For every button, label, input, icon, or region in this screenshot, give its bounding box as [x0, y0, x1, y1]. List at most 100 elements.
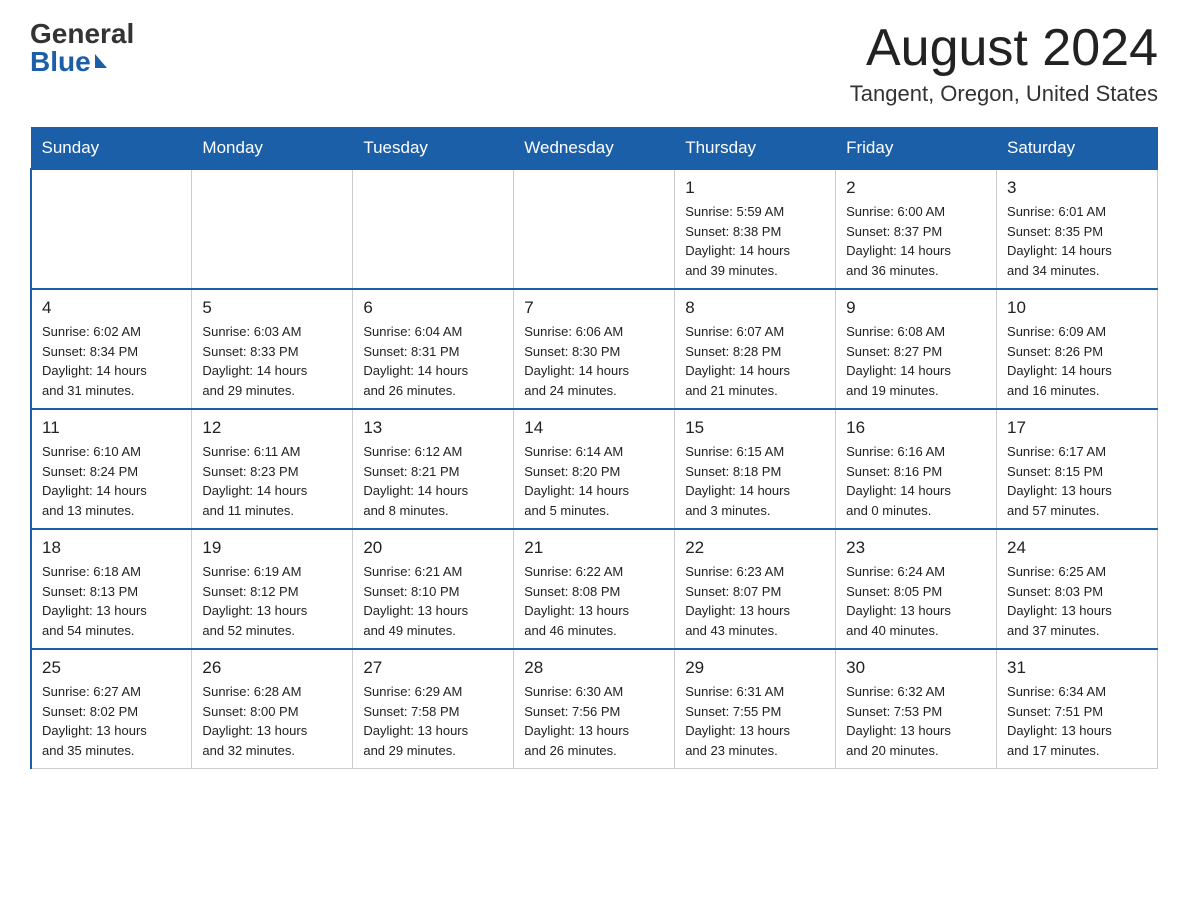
day-info: Sunrise: 6:01 AMSunset: 8:35 PMDaylight:…	[1007, 202, 1147, 280]
day-info: Sunrise: 6:07 AMSunset: 8:28 PMDaylight:…	[685, 322, 825, 400]
calendar-cell: 16Sunrise: 6:16 AMSunset: 8:16 PMDayligh…	[836, 409, 997, 529]
day-info: Sunrise: 6:21 AMSunset: 8:10 PMDaylight:…	[363, 562, 503, 640]
weekday-header-thursday: Thursday	[675, 128, 836, 170]
day-number: 28	[524, 658, 664, 678]
day-number: 22	[685, 538, 825, 558]
day-info: Sunrise: 6:17 AMSunset: 8:15 PMDaylight:…	[1007, 442, 1147, 520]
day-info: Sunrise: 6:22 AMSunset: 8:08 PMDaylight:…	[524, 562, 664, 640]
calendar-cell: 24 Sunrise: 6:25 AMSunset: 8:03 PMDayligh…	[997, 529, 1158, 649]
day-number: 13	[363, 418, 503, 438]
week-row-1: 1 Sunrise: 5:59 AMSunset: 8:38 PMDaylight…	[31, 169, 1158, 289]
calendar-cell: 12 Sunrise: 6:11 AMSunset: 8:23 PMDayligh…	[192, 409, 353, 529]
calendar-cell: 9Sunrise: 6:08 AMSunset: 8:27 PMDaylight…	[836, 289, 997, 409]
location-title: Tangent, Oregon, United States	[850, 81, 1158, 107]
day-info: Sunrise: 6:03 AMSunset: 8:33 PMDaylight:…	[202, 322, 342, 400]
logo: General Blue	[30, 20, 134, 76]
calendar-cell: 29 Sunrise: 6:31 AMSunset: 7:55 PMDayligh…	[675, 649, 836, 769]
calendar-cell: 8 Sunrise: 6:07 AMSunset: 8:28 PMDaylight…	[675, 289, 836, 409]
day-info: Sunrise: 6:06 AMSunset: 8:30 PMDaylight:…	[524, 322, 664, 400]
calendar-cell: 2Sunrise: 6:00 AMSunset: 8:37 PMDaylight…	[836, 169, 997, 289]
calendar-cell: 6 Sunrise: 6:04 AMSunset: 8:31 PMDaylight…	[353, 289, 514, 409]
day-info: Sunrise: 6:15 AMSunset: 8:18 PMDaylight:…	[685, 442, 825, 520]
calendar-cell: 18 Sunrise: 6:18 AMSunset: 8:13 PMDayligh…	[31, 529, 192, 649]
calendar-cell: 19Sunrise: 6:19 AMSunset: 8:12 PMDayligh…	[192, 529, 353, 649]
day-number: 12	[202, 418, 342, 438]
day-number: 7	[524, 298, 664, 318]
calendar-title-area: August 2024 Tangent, Oregon, United Stat…	[850, 20, 1158, 107]
calendar-cell: 30Sunrise: 6:32 AMSunset: 7:53 PMDayligh…	[836, 649, 997, 769]
calendar-cell: 3 Sunrise: 6:01 AMSunset: 8:35 PMDaylight…	[997, 169, 1158, 289]
day-number: 16	[846, 418, 986, 438]
day-number: 14	[524, 418, 664, 438]
calendar-cell: 10Sunrise: 6:09 AMSunset: 8:26 PMDayligh…	[997, 289, 1158, 409]
day-number: 17	[1007, 418, 1147, 438]
weekday-header-sunday: Sunday	[31, 128, 192, 170]
day-number: 31	[1007, 658, 1147, 678]
calendar-cell	[353, 169, 514, 289]
day-number: 11	[42, 418, 181, 438]
calendar-cell: 23 Sunrise: 6:24 AMSunset: 8:05 PMDayligh…	[836, 529, 997, 649]
day-info: Sunrise: 6:10 AMSunset: 8:24 PMDaylight:…	[42, 442, 181, 520]
day-info: Sunrise: 6:11 AMSunset: 8:23 PMDaylight:…	[202, 442, 342, 520]
day-info: Sunrise: 6:27 AMSunset: 8:02 PMDaylight:…	[42, 682, 181, 760]
calendar-cell: 1 Sunrise: 5:59 AMSunset: 8:38 PMDaylight…	[675, 169, 836, 289]
day-number: 21	[524, 538, 664, 558]
day-info: Sunrise: 6:00 AMSunset: 8:37 PMDaylight:…	[846, 202, 986, 280]
calendar-cell: 4 Sunrise: 6:02 AMSunset: 8:34 PMDaylight…	[31, 289, 192, 409]
day-info: Sunrise: 6:29 AMSunset: 7:58 PMDaylight:…	[363, 682, 503, 760]
calendar-cell: 14Sunrise: 6:14 AMSunset: 8:20 PMDayligh…	[514, 409, 675, 529]
weekday-header-wednesday: Wednesday	[514, 128, 675, 170]
day-info: Sunrise: 6:28 AMSunset: 8:00 PMDaylight:…	[202, 682, 342, 760]
day-number: 26	[202, 658, 342, 678]
calendar-cell: 25 Sunrise: 6:27 AMSunset: 8:02 PMDayligh…	[31, 649, 192, 769]
calendar-cell: 20 Sunrise: 6:21 AMSunset: 8:10 PMDayligh…	[353, 529, 514, 649]
logo-blue-text: Blue	[30, 48, 91, 76]
day-number: 25	[42, 658, 181, 678]
day-info: Sunrise: 6:18 AMSunset: 8:13 PMDaylight:…	[42, 562, 181, 640]
day-number: 27	[363, 658, 503, 678]
week-row-2: 4 Sunrise: 6:02 AMSunset: 8:34 PMDaylight…	[31, 289, 1158, 409]
week-row-3: 11 Sunrise: 6:10 AMSunset: 8:24 PMDayligh…	[31, 409, 1158, 529]
day-info: Sunrise: 6:34 AMSunset: 7:51 PMDaylight:…	[1007, 682, 1147, 760]
calendar-cell: 11 Sunrise: 6:10 AMSunset: 8:24 PMDayligh…	[31, 409, 192, 529]
day-info: Sunrise: 6:04 AMSunset: 8:31 PMDaylight:…	[363, 322, 503, 400]
day-info: Sunrise: 6:02 AMSunset: 8:34 PMDaylight:…	[42, 322, 181, 400]
logo-triangle-icon	[95, 54, 107, 68]
day-number: 4	[42, 298, 181, 318]
calendar-cell: 26 Sunrise: 6:28 AMSunset: 8:00 PMDayligh…	[192, 649, 353, 769]
week-row-5: 25 Sunrise: 6:27 AMSunset: 8:02 PMDayligh…	[31, 649, 1158, 769]
weekday-header-row: SundayMondayTuesdayWednesdayThursdayFrid…	[31, 128, 1158, 170]
calendar-cell	[514, 169, 675, 289]
month-title: August 2024	[850, 20, 1158, 77]
day-number: 6	[363, 298, 503, 318]
day-number: 20	[363, 538, 503, 558]
day-number: 3	[1007, 178, 1147, 198]
weekday-header-friday: Friday	[836, 128, 997, 170]
calendar-cell: 15Sunrise: 6:15 AMSunset: 8:18 PMDayligh…	[675, 409, 836, 529]
calendar-cell	[31, 169, 192, 289]
day-info: Sunrise: 5:59 AMSunset: 8:38 PMDaylight:…	[685, 202, 825, 280]
calendar-cell: 17 Sunrise: 6:17 AMSunset: 8:15 PMDayligh…	[997, 409, 1158, 529]
weekday-header-tuesday: Tuesday	[353, 128, 514, 170]
logo-general-text: General	[30, 20, 134, 48]
calendar-cell: 21 Sunrise: 6:22 AMSunset: 8:08 PMDayligh…	[514, 529, 675, 649]
calendar-cell: 5Sunrise: 6:03 AMSunset: 8:33 PMDaylight…	[192, 289, 353, 409]
day-number: 23	[846, 538, 986, 558]
day-info: Sunrise: 6:23 AMSunset: 8:07 PMDaylight:…	[685, 562, 825, 640]
day-number: 18	[42, 538, 181, 558]
day-number: 19	[202, 538, 342, 558]
day-number: 24	[1007, 538, 1147, 558]
calendar-cell: 7 Sunrise: 6:06 AMSunset: 8:30 PMDaylight…	[514, 289, 675, 409]
day-info: Sunrise: 6:09 AMSunset: 8:26 PMDaylight:…	[1007, 322, 1147, 400]
day-info: Sunrise: 6:25 AMSunset: 8:03 PMDaylight:…	[1007, 562, 1147, 640]
day-info: Sunrise: 6:24 AMSunset: 8:05 PMDaylight:…	[846, 562, 986, 640]
day-info: Sunrise: 6:31 AMSunset: 7:55 PMDaylight:…	[685, 682, 825, 760]
day-number: 1	[685, 178, 825, 198]
calendar-cell: 13Sunrise: 6:12 AMSunset: 8:21 PMDayligh…	[353, 409, 514, 529]
day-number: 8	[685, 298, 825, 318]
day-info: Sunrise: 6:30 AMSunset: 7:56 PMDaylight:…	[524, 682, 664, 760]
calendar-cell: 22 Sunrise: 6:23 AMSunset: 8:07 PMDayligh…	[675, 529, 836, 649]
day-info: Sunrise: 6:08 AMSunset: 8:27 PMDaylight:…	[846, 322, 986, 400]
page-header: General Blue August 2024 Tangent, Oregon…	[30, 20, 1158, 107]
day-number: 29	[685, 658, 825, 678]
